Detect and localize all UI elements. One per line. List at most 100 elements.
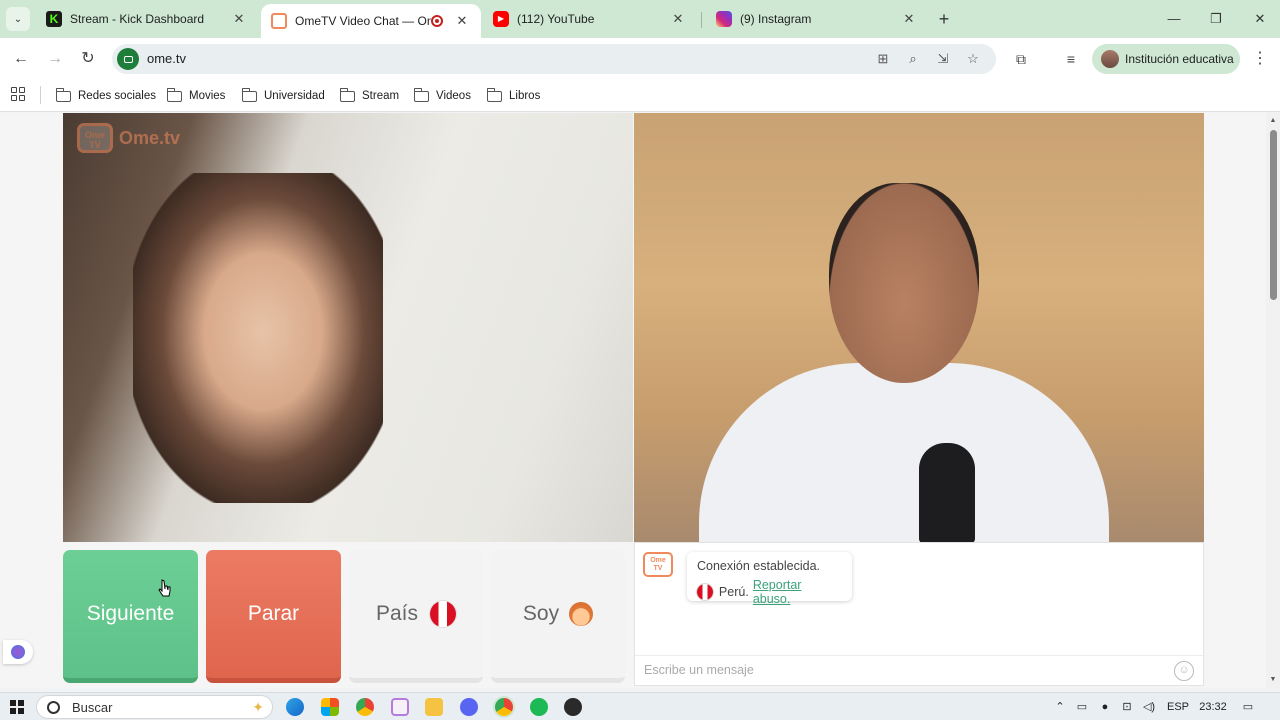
stranger-video: Ome TV Ome.tv — [63, 113, 633, 542]
bookmark-label: Redes sociales — [78, 90, 156, 102]
scroll-up-icon[interactable]: ▲ — [1269, 117, 1277, 125]
bookmark-folder[interactable]: Stream — [339, 86, 400, 106]
clock[interactable]: 23:32 — [1198, 699, 1228, 715]
recording-icon — [431, 15, 443, 27]
forward-button[interactable]: → — [43, 47, 67, 71]
bookmark-star-icon[interactable]: ☆ — [964, 50, 982, 68]
profile-button[interactable]: Institución educativa — [1092, 44, 1240, 74]
mouse-cursor-icon — [158, 579, 171, 597]
file-explorer-icon[interactable] — [425, 698, 443, 716]
more-menu-icon[interactable]: ⋮ — [1252, 48, 1268, 70]
store-icon[interactable] — [391, 698, 409, 716]
search-icon — [47, 700, 60, 714]
restore-button[interactable]: ❐ — [1196, 8, 1236, 30]
chrome-active-icon[interactable] — [495, 698, 513, 716]
tab-title: (112) YouTube — [517, 12, 595, 26]
instagram-icon — [716, 11, 732, 27]
bookmark-folder[interactable]: Universidad — [241, 86, 325, 106]
self-video — [634, 113, 1204, 542]
folder-icon — [413, 87, 429, 102]
youtube-icon: ▶ — [493, 11, 509, 27]
divider — [40, 86, 41, 104]
tab-strip: ⌄ K Stream - Kick Dashboard ✕ OmeTV Vide… — [0, 0, 1280, 38]
bookmark-folder[interactable]: Videos — [413, 86, 471, 106]
media-control-icon[interactable]: ≡ — [1060, 48, 1082, 70]
windows-taskbar: Buscar ✦ ⌃ ▭ ● ⊡ ◁) ESP 23:32 ▭ — [0, 692, 1280, 720]
edge-icon[interactable] — [286, 698, 304, 716]
reload-button[interactable]: ↻ — [76, 47, 100, 71]
folder-icon — [55, 87, 71, 102]
folder-icon — [241, 87, 257, 102]
tab-ometv[interactable]: OmeTV Video Chat — Ome ✕ — [261, 4, 481, 38]
close-tab-icon[interactable]: ✕ — [453, 13, 471, 29]
page-scrollbar[interactable]: ▲ ▼ — [1266, 113, 1280, 688]
chat-panel: Ome TV Conexión establecida. Perú. Report… — [634, 542, 1204, 686]
ometv-logo-icon: Ome TV — [77, 123, 113, 153]
avatar — [1101, 50, 1119, 68]
chrome-icon[interactable] — [356, 698, 374, 716]
spotify-icon[interactable] — [530, 698, 548, 716]
next-button[interactable]: Siguiente — [63, 550, 198, 683]
bookmark-folder[interactable]: Movies — [166, 86, 225, 106]
gender-select-button[interactable]: Soy — [491, 550, 625, 683]
brain-icon — [11, 645, 25, 659]
new-tab-button[interactable]: + — [934, 8, 954, 30]
ometv-icon — [271, 13, 287, 29]
scroll-thumb[interactable] — [1270, 130, 1277, 300]
translate-icon[interactable]: ⊞ — [874, 50, 892, 68]
site-info-icon[interactable] — [117, 48, 139, 70]
stop-button[interactable]: Parar — [206, 550, 341, 683]
bookmark-label: Libros — [509, 90, 541, 102]
bookmark-folder[interactable]: Libros — [486, 86, 541, 106]
volume-icon[interactable]: ◁) — [1141, 699, 1157, 715]
country-name: Perú. — [718, 585, 749, 599]
minimize-button[interactable]: — — [1154, 8, 1194, 30]
stranger-person — [133, 173, 383, 503]
tab-search-menu[interactable]: ⌄ — [6, 7, 30, 31]
address-bar[interactable]: ome.tv ⊞ ⌕ ⇲ ☆ — [112, 44, 996, 74]
tab-separator — [701, 12, 702, 28]
language-indicator[interactable]: ESP — [1166, 699, 1190, 715]
notifications-icon[interactable]: ▭ — [1240, 699, 1256, 715]
zoom-icon[interactable]: ⌕ — [904, 50, 922, 68]
emoji-icon[interactable]: ☺ — [1174, 661, 1194, 681]
chevron-down-icon: ⌄ — [13, 13, 23, 25]
apps-grid-icon[interactable] — [11, 87, 25, 101]
url-text[interactable]: ome.tv — [147, 51, 186, 66]
bookmarks-bar: Redes sociales Movies Universidad Stream… — [0, 80, 1280, 112]
back-button[interactable]: ← — [9, 47, 33, 71]
ometv-watermark: Ome TV Ome.tv — [77, 123, 180, 153]
system-message: Conexión establecida. Perú. Reportar abu… — [687, 552, 852, 606]
tab-title: OmeTV Video Chat — Ome — [295, 14, 431, 28]
tab-kick[interactable]: K Stream - Kick Dashboard ✕ — [36, 4, 258, 34]
tab-title: Stream - Kick Dashboard — [70, 12, 205, 26]
copilot-icon[interactable] — [321, 698, 339, 716]
extension-floating-button[interactable] — [3, 640, 33, 664]
tab-youtube[interactable]: ▶ (112) YouTube ✕ — [483, 4, 697, 34]
close-window-button[interactable]: ✕ — [1240, 8, 1280, 30]
taskbar-search[interactable]: Buscar ✦ — [36, 695, 273, 719]
windows-start-icon[interactable] — [10, 700, 24, 714]
scroll-down-icon[interactable]: ▼ — [1269, 676, 1277, 684]
ometv-page: Ome TV Ome.tv Siguiente Parar País Soy Om… — [0, 113, 1266, 688]
report-abuse-link[interactable]: Reportar abuso. — [753, 578, 842, 606]
close-tab-icon[interactable]: ✕ — [230, 11, 248, 27]
country-filter-button[interactable]: País — [349, 550, 483, 683]
show-hidden-icons[interactable]: ⌃ — [1053, 699, 1067, 715]
network-icon[interactable]: ⊡ — [1119, 699, 1135, 715]
message-input[interactable] — [635, 656, 1155, 684]
bookmark-folder[interactable]: Redes sociales — [55, 86, 156, 106]
discord-icon[interactable] — [460, 698, 478, 716]
profile-label: Institución educativa — [1125, 52, 1234, 66]
battery-icon[interactable]: ▭ — [1074, 699, 1090, 715]
install-app-icon[interactable]: ⇲ — [934, 50, 952, 68]
folder-icon — [166, 87, 182, 102]
obs-icon[interactable] — [564, 698, 582, 716]
tab-instagram[interactable]: (9) Instagram ✕ — [706, 4, 928, 34]
bookmark-label: Stream — [362, 90, 400, 102]
microphone-icon[interactable]: ● — [1098, 699, 1112, 715]
close-tab-icon[interactable]: ✕ — [900, 11, 918, 27]
close-tab-icon[interactable]: ✕ — [669, 11, 687, 27]
extensions-icon[interactable]: ⧉ — [1010, 48, 1032, 70]
kick-icon: K — [46, 11, 62, 27]
